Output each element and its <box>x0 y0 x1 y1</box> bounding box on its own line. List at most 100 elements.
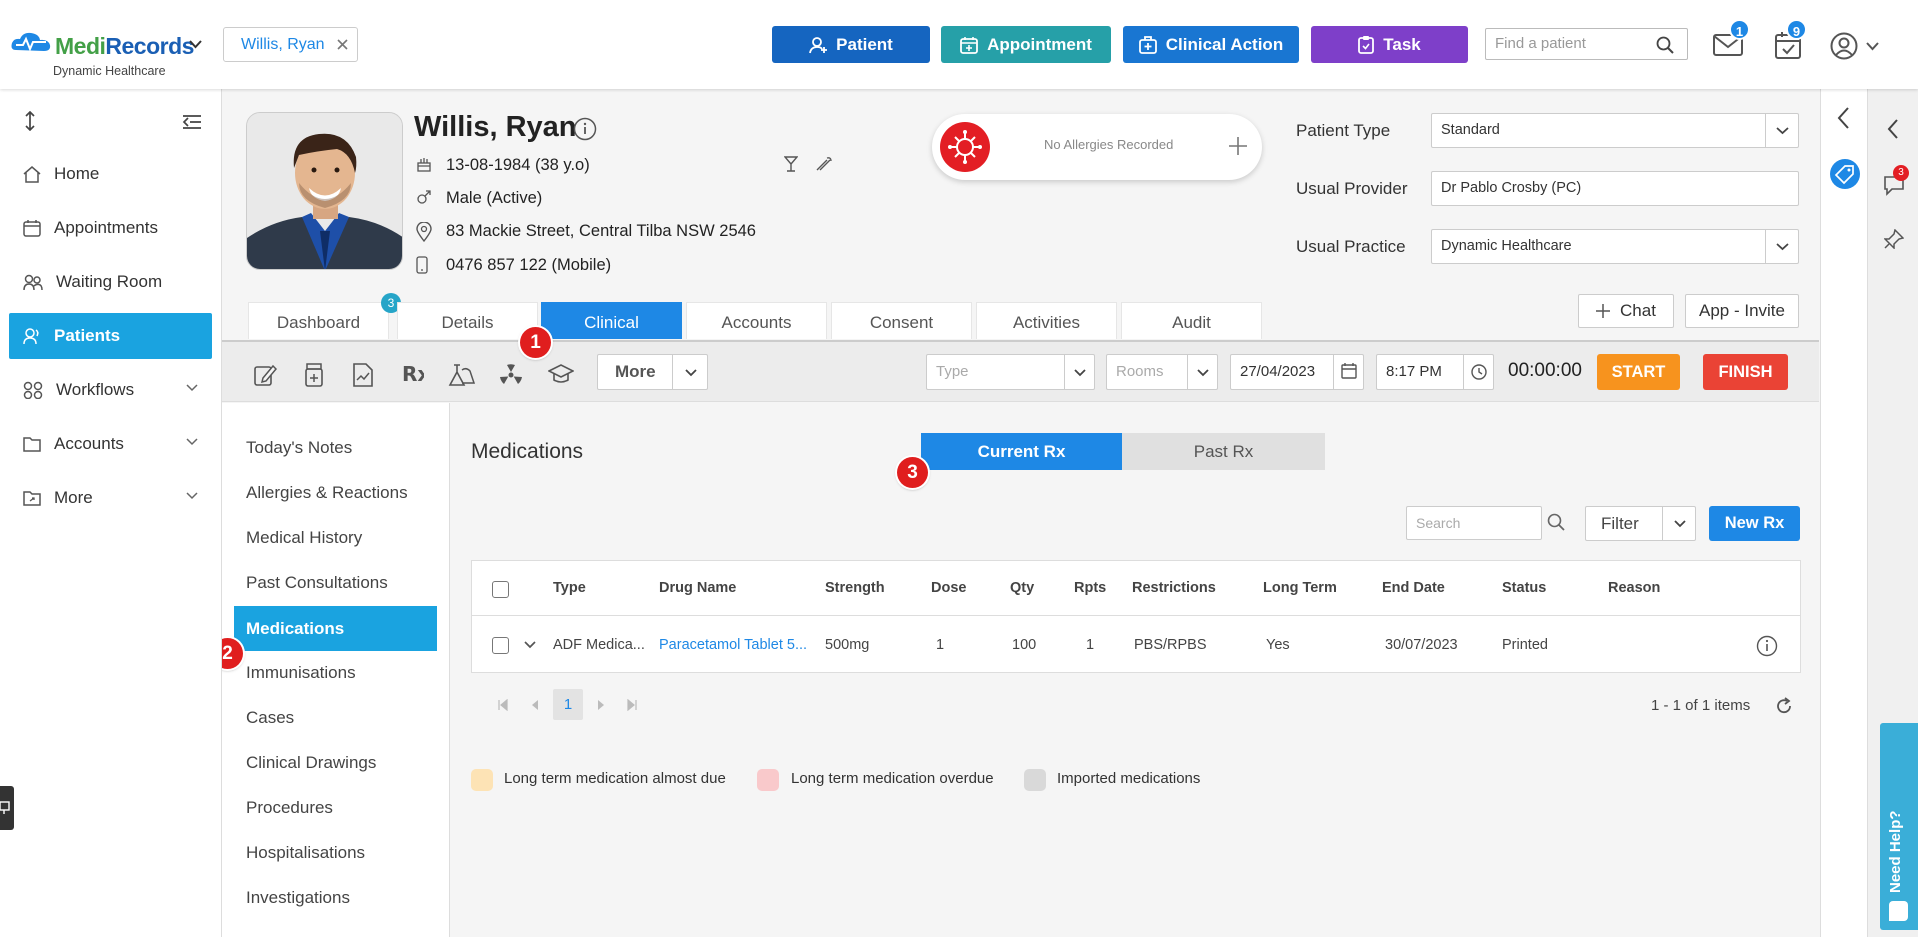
add-allergy-icon[interactable] <box>1228 136 1248 156</box>
column-header[interactable]: Restrictions <box>1132 561 1216 615</box>
chevron-down-icon[interactable] <box>1866 42 1879 51</box>
add-patient-button[interactable]: Patient <box>772 26 930 63</box>
patient-chip-label[interactable]: Willis, Ryan <box>241 36 325 54</box>
sidebar-item-patients[interactable]: Patients <box>9 313 212 359</box>
tab-accounts[interactable]: Accounts <box>686 302 827 339</box>
drug-name-link[interactable]: Paracetamol Tablet 5... <box>659 617 807 674</box>
expand-row-icon[interactable] <box>524 641 536 649</box>
column-header[interactable]: Reason <box>1608 561 1660 615</box>
select-all-checkbox[interactable] <box>492 581 509 598</box>
need-help-button[interactable]: Need Help? <box>1880 723 1918 930</box>
rooms-select[interactable]: Rooms <box>1106 354 1218 390</box>
edit-notes-icon[interactable] <box>253 363 277 387</box>
clinical-nav-hospitalisations[interactable]: Hospitalisations <box>234 830 437 875</box>
chat-button[interactable]: Chat <box>1578 294 1674 328</box>
clinical-nav-clinical-drawings[interactable]: Clinical Drawings <box>234 740 437 785</box>
tab-clinical[interactable]: Clinical <box>541 302 682 339</box>
column-header[interactable]: Qty <box>1010 561 1034 615</box>
expand-vertical-icon[interactable] <box>24 111 36 131</box>
radiation-icon[interactable] <box>499 363 523 387</box>
clinical-nav-medical-history[interactable]: Medical History <box>234 515 437 560</box>
next-page-icon[interactable] <box>595 699 607 711</box>
tab-activities[interactable]: Activities <box>976 302 1117 339</box>
tab-consent[interactable]: Consent <box>831 302 972 339</box>
sidebar-item-label: Patients <box>54 326 121 345</box>
alcohol-glass-icon[interactable] <box>784 156 798 172</box>
medication-search-input[interactable]: Search <box>1406 506 1542 540</box>
column-header[interactable]: Strength <box>825 561 885 615</box>
tab-audit[interactable]: Audit <box>1121 302 1262 339</box>
lab-flask-icon[interactable] <box>448 363 476 387</box>
clinical-nav-todays-notes[interactable]: Today's Notes <box>234 425 437 470</box>
add-appointment-button[interactable]: Appointment <box>941 26 1111 63</box>
brand-name[interactable]: MediRecords <box>55 33 194 60</box>
filter-dropdown[interactable]: Filter <box>1585 506 1696 541</box>
page-number[interactable]: 1 <box>553 689 583 720</box>
column-header[interactable]: End Date <box>1382 561 1445 615</box>
finish-button[interactable]: FINISH <box>1703 354 1788 390</box>
clinical-nav-medications[interactable]: Medications <box>234 606 437 651</box>
row-checkbox[interactable] <box>492 637 509 654</box>
medicine-bottle-icon[interactable] <box>304 363 324 387</box>
usual-practice-select[interactable]: Dynamic Healthcare <box>1431 229 1799 264</box>
previous-page-icon[interactable] <box>529 699 541 711</box>
column-header[interactable]: Status <box>1502 561 1546 615</box>
search-icon[interactable] <box>1547 513 1565 531</box>
clinical-nav-investigations[interactable]: Investigations <box>234 875 437 920</box>
search-icon[interactable] <box>1656 36 1674 54</box>
first-page-icon[interactable] <box>497 699 509 711</box>
clinical-nav-allergies[interactable]: Allergies & Reactions <box>234 470 437 515</box>
app-invite-button[interactable]: App - Invite <box>1685 294 1799 328</box>
last-page-icon[interactable] <box>626 699 638 711</box>
collapse-menu-icon[interactable] <box>182 115 202 129</box>
logo-icon[interactable] <box>10 30 52 54</box>
clinical-nav-immunisations[interactable]: Immunisations <box>234 650 437 695</box>
prescription-rx-icon[interactable]: Rx <box>402 362 424 384</box>
column-header[interactable]: Dose <box>931 561 966 615</box>
tag-icon[interactable] <box>1830 159 1860 189</box>
side-handle[interactable] <box>0 786 14 830</box>
tab-details[interactable]: Details <box>397 302 538 339</box>
clinical-nav-cases[interactable]: Cases <box>234 695 437 740</box>
user-avatar-icon[interactable] <box>1830 32 1858 60</box>
chevron-left-icon[interactable] <box>1887 119 1899 139</box>
sidebar-item-more[interactable]: More <box>9 475 212 521</box>
sidebar-item-appointments[interactable]: Appointments <box>9 205 212 251</box>
clinical-action-button[interactable]: Clinical Action <box>1123 26 1299 63</box>
start-button[interactable]: START <box>1597 354 1680 390</box>
sidebar-item-waiting-room[interactable]: Waiting Room <box>9 259 212 305</box>
pin-icon[interactable] <box>1884 229 1904 249</box>
consult-type-select[interactable]: Type <box>926 354 1095 390</box>
more-tools-dropdown[interactable]: More <box>597 354 708 390</box>
sidebar-item-workflows[interactable]: Workflows <box>9 367 212 413</box>
info-icon[interactable] <box>573 117 597 141</box>
column-header[interactable]: Type <box>553 561 586 615</box>
tab-past-rx[interactable]: Past Rx <box>1122 433 1325 470</box>
patient-chip[interactable]: Willis, Ryan <box>223 27 358 62</box>
column-header[interactable]: Long Term <box>1263 561 1337 615</box>
time-picker[interactable]: 8:17 PM <box>1376 354 1494 390</box>
clinical-nav-past-consultations[interactable]: Past Consultations <box>234 560 437 605</box>
tab-dashboard[interactable]: Dashboard <box>248 302 389 339</box>
sidebar-item-home[interactable]: Home <box>9 151 212 197</box>
column-header[interactable]: Rpts <box>1074 561 1106 615</box>
patient-type-select[interactable]: Standard <box>1431 113 1799 148</box>
tab-current-rx[interactable]: Current Rx <box>921 433 1122 470</box>
sidebar-item-accounts[interactable]: Accounts <box>9 421 212 467</box>
education-cap-icon[interactable] <box>548 363 574 385</box>
allergies-summary[interactable]: No Allergies Recorded <box>932 114 1262 180</box>
usual-provider-field[interactable]: Dr Pablo Crosby (PC) <box>1431 171 1799 206</box>
column-header[interactable]: Drug Name <box>659 561 736 615</box>
smoking-icon[interactable] <box>815 156 833 172</box>
info-icon[interactable] <box>1756 635 1778 657</box>
report-chart-icon[interactable] <box>352 363 374 387</box>
clinical-nav-procedures[interactable]: Procedures <box>234 785 437 830</box>
chevron-left-icon[interactable] <box>1837 107 1850 129</box>
chevron-down-icon <box>1197 369 1209 377</box>
refresh-icon[interactable] <box>1775 697 1793 715</box>
new-rx-button[interactable]: New Rx <box>1709 506 1800 541</box>
close-icon[interactable] <box>336 39 348 50</box>
add-task-button[interactable]: Task <box>1311 26 1468 63</box>
date-picker[interactable]: 27/04/2023 <box>1230 354 1364 390</box>
chevron-down-icon[interactable] <box>189 40 202 49</box>
